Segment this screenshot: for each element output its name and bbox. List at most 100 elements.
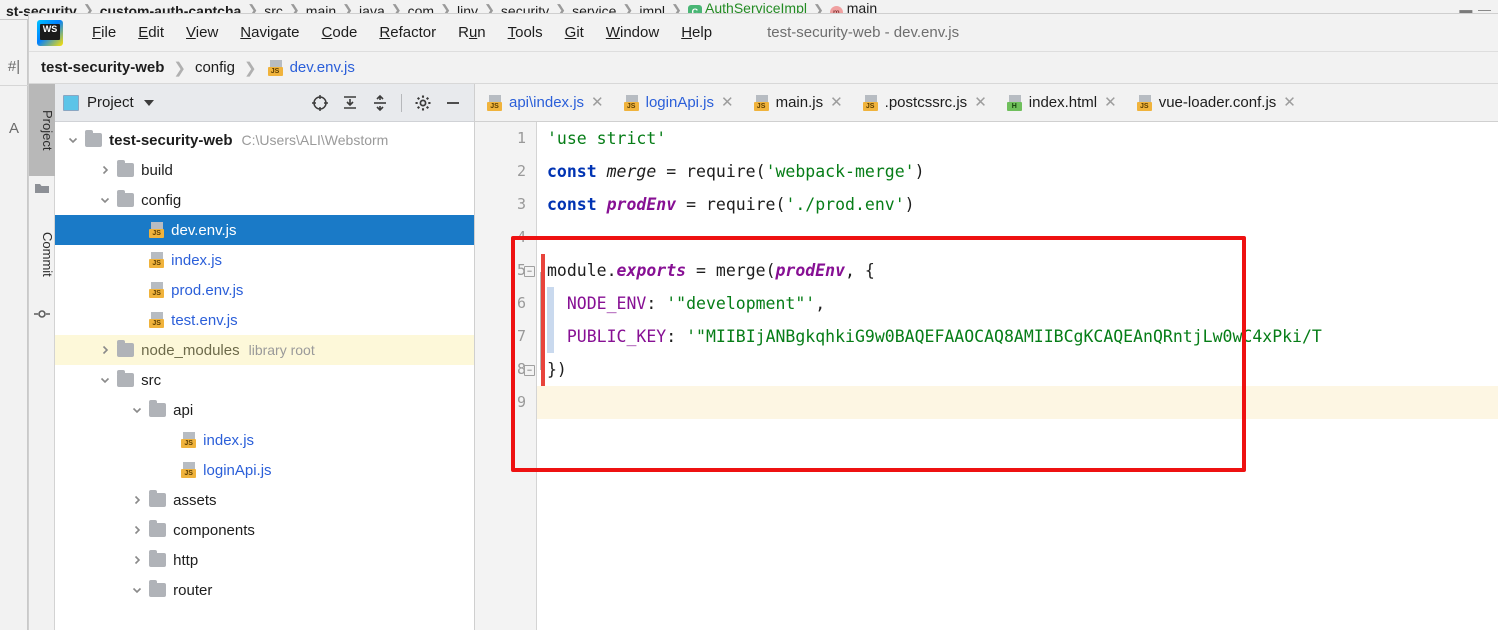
folder-icon — [34, 180, 50, 196]
chevron-down-icon[interactable] — [65, 132, 81, 148]
code-line[interactable]: NODE_ENV: '"development"', — [537, 287, 1498, 320]
tree-row[interactable]: router — [55, 575, 474, 605]
chevron-right-icon[interactable] — [129, 492, 145, 508]
code-token: }) — [547, 360, 567, 379]
code-editor[interactable]: 'use strict' const merge = require('webpa… — [537, 122, 1498, 630]
editor-tab[interactable]: JS .postcssrc.js ✕ — [851, 84, 995, 121]
editor-tab-label: .postcssrc.js — [884, 94, 968, 111]
menu-item-navigate[interactable]: Navigate — [229, 22, 310, 43]
sidebar-item-commit[interactable]: Commit — [29, 209, 55, 299]
close-icon[interactable]: ✕ — [591, 95, 604, 110]
menu-item-refactor[interactable]: Refactor — [368, 22, 447, 43]
menu-item-code[interactable]: Code — [311, 22, 369, 43]
tree-item-label: test-security-web — [109, 131, 233, 149]
editor-tab[interactable]: JS api\index.js ✕ — [475, 84, 612, 121]
chevron-right-icon[interactable] — [97, 162, 113, 178]
gear-icon[interactable] — [414, 94, 432, 112]
folder-icon — [117, 370, 135, 387]
hide-icon[interactable] — [444, 94, 462, 112]
menu-item-window[interactable]: Window — [595, 22, 670, 43]
code-token: = merge( — [686, 261, 776, 280]
tree-row[interactable]: node_modules library root — [55, 335, 474, 365]
collapse-all-icon[interactable] — [371, 94, 389, 112]
tree-row[interactable]: src — [55, 365, 474, 395]
left-tool-strip: Project Commit — [29, 84, 55, 630]
menu-item-tools[interactable]: Tools — [497, 22, 554, 43]
tree-row[interactable]: assets — [55, 485, 474, 515]
close-icon[interactable]: ✕ — [974, 95, 987, 110]
code-token: prodEnv — [606, 195, 677, 214]
chevron-down-icon[interactable] — [143, 99, 154, 106]
js-file-icon: JS — [862, 94, 879, 111]
chevron-down-icon[interactable] — [129, 402, 145, 418]
chevron-right-icon[interactable] — [129, 522, 145, 538]
locate-target-icon[interactable] — [311, 94, 329, 112]
menu-item-view[interactable]: View — [175, 22, 229, 43]
window-title: test-security-web - dev.env.js — [767, 24, 960, 41]
editor-tab[interactable]: Hindex.html ✕ — [995, 84, 1125, 121]
code-line[interactable]: const prodEnv = require('./prod.env') — [537, 188, 1498, 221]
menu-item-edit[interactable]: Edit — [127, 22, 175, 43]
breadcrumb-file[interactable]: dev.env.js — [290, 59, 355, 76]
js-file-icon: JS — [267, 59, 284, 76]
tree-row[interactable]: JS prod.env.js — [55, 275, 474, 305]
menu-item-run[interactable]: Run — [447, 22, 497, 43]
code-line[interactable]: 'use strict' — [537, 122, 1498, 155]
tree-row[interactable]: JS dev.env.js — [55, 215, 474, 245]
tree-row[interactable]: JS index.js — [55, 425, 474, 455]
menu-item-file[interactable]: File — [81, 22, 127, 43]
editor-tab[interactable]: JS main.js ✕ — [742, 84, 851, 121]
code-token: 'webpack-merge' — [765, 162, 915, 181]
indent-guide — [547, 320, 554, 353]
tree-row[interactable]: JS loginApi.js — [55, 455, 474, 485]
editor-tab[interactable]: JS loginApi.js ✕ — [612, 84, 742, 121]
editor-tab-label: main.js — [775, 94, 824, 111]
chevron-down-icon[interactable] — [129, 582, 145, 598]
code-line[interactable]: PUBLIC_KEY: '"MIIBIjANBgkqhkiG9w0BAQEFAA… — [537, 320, 1498, 353]
code-line[interactable] — [537, 386, 1498, 419]
close-icon[interactable]: ✕ — [830, 95, 843, 110]
code-line[interactable]: }) — [537, 353, 1498, 386]
editor-tab[interactable]: JS vue-loader.conf.js ✕ — [1125, 84, 1304, 121]
tree-row[interactable]: api — [55, 395, 474, 425]
fold-collapse-icon-line5[interactable]: − — [524, 266, 535, 277]
chevron-right-icon[interactable] — [97, 342, 113, 358]
sidebar-item-project[interactable]: Project — [29, 84, 55, 176]
code-token: = require( — [656, 162, 766, 181]
breadcrumb-separator-icon: ❯ — [173, 59, 186, 77]
tree-item-label: router — [173, 581, 213, 599]
code-token: NODE_ENV — [547, 294, 647, 313]
tree-item-label: loginApi.js — [203, 461, 272, 479]
tree-item-label: build — [141, 161, 173, 179]
code-line[interactable]: module.exports = merge(prodEnv, { — [537, 254, 1498, 287]
breadcrumb-project[interactable]: test-security-web — [41, 59, 164, 76]
menu-item-help[interactable]: Help — [670, 22, 723, 43]
fold-column[interactable]: − − — [524, 122, 541, 630]
project-file-tree[interactable]: test-security-web C:\Users\ALI\Webstorm b… — [55, 122, 474, 630]
fold-collapse-icon-line8[interactable]: − — [524, 365, 535, 376]
tree-row[interactable]: test-security-web C:\Users\ALI\Webstorm — [55, 125, 474, 155]
tree-row[interactable]: http — [55, 545, 474, 575]
close-icon[interactable]: ✕ — [1104, 95, 1117, 110]
tree-row[interactable]: build — [55, 155, 474, 185]
expand-all-icon[interactable] — [341, 94, 359, 112]
editor-tab-bar[interactable]: JS api\index.js ✕ JS loginApi.js ✕ JS main.js ✕ J… — [475, 84, 1498, 122]
code-line[interactable] — [537, 221, 1498, 254]
chevron-down-icon[interactable] — [97, 372, 113, 388]
menu-item-git[interactable]: Git — [554, 22, 595, 43]
tree-row[interactable]: components — [55, 515, 474, 545]
close-icon[interactable]: ✕ — [721, 95, 734, 110]
breadcrumb-folder[interactable]: config — [195, 59, 235, 76]
chevron-down-icon[interactable] — [97, 192, 113, 208]
tree-row[interactable]: JS index.js — [55, 245, 474, 275]
tree-row[interactable]: JS test.env.js — [55, 305, 474, 335]
chevron-right-icon[interactable] — [129, 552, 145, 568]
tree-row[interactable]: config — [55, 185, 474, 215]
close-icon[interactable]: ✕ — [1283, 95, 1296, 110]
tree-item-label: test.env.js — [171, 311, 238, 329]
code-line[interactable]: const merge = require('webpack-merge') — [537, 155, 1498, 188]
menu-bar: FileEditViewNavigateCodeRefactorRunTools… — [29, 14, 1498, 52]
